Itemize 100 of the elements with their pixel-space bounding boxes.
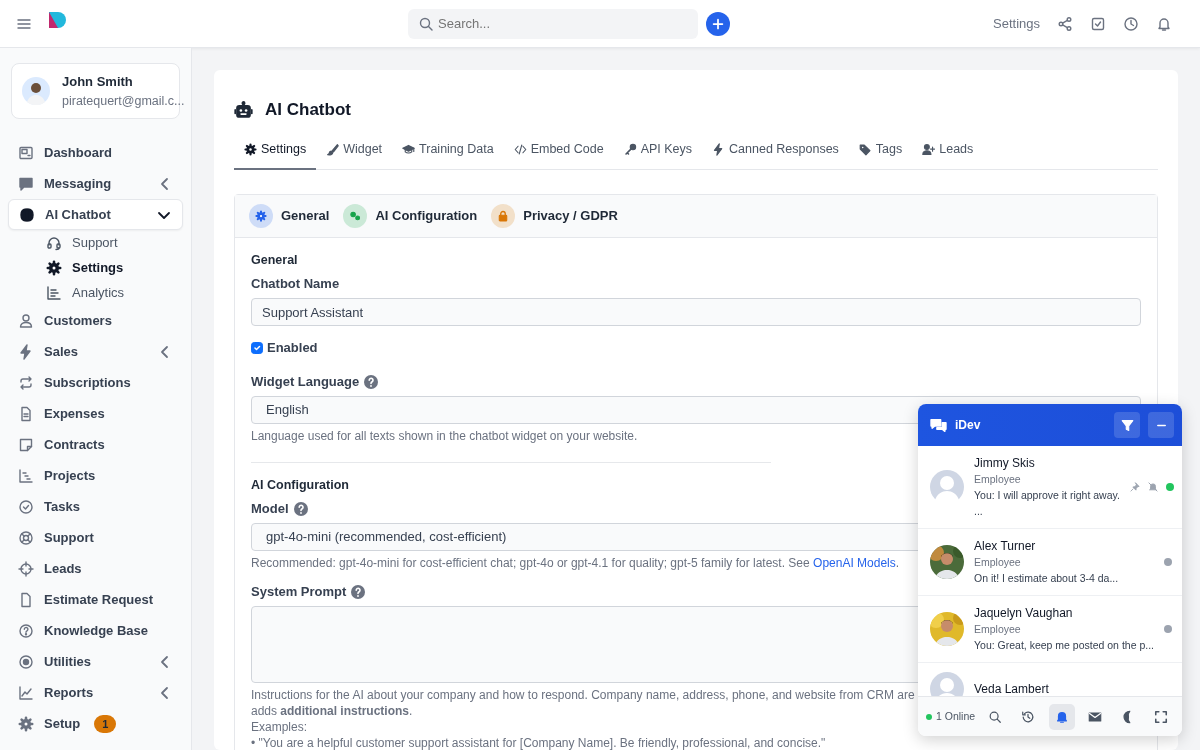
tab[interactable]: API Keys: [613, 134, 703, 171]
user-plus-icon: [922, 143, 936, 157]
sidebar-item[interactable]: AI Chatbot: [8, 199, 183, 231]
search-icon: [988, 709, 1003, 724]
count-badge: 1: [94, 714, 117, 733]
sidebar-item[interactable]: Customers: [8, 305, 183, 337]
tab[interactable]: Embed Code: [503, 134, 614, 171]
conversation-item[interactable]: Jaquelyn Vaughan Employee You: Great, keep me posted on the p...: [918, 596, 1182, 663]
section-heading: AI Configuration: [251, 477, 349, 494]
field-label: Chatbot Name: [251, 276, 340, 293]
tab[interactable]: Training Data: [392, 134, 504, 171]
sidebar-subitem[interactable]: Analytics: [8, 280, 183, 306]
checkbox-icon[interactable]: [1090, 15, 1106, 32]
message-preview: You: Great, keep me posted on the p...: [974, 638, 1154, 653]
sidebar-item[interactable]: Knowledge Base: [8, 615, 183, 647]
message-preview: ...: [974, 504, 983, 519]
user-name: John Smith: [62, 73, 134, 91]
sidebar-item[interactable]: Subscriptions: [8, 367, 183, 399]
conversation-item[interactable]: Jimmy Skis Employee You: I will approve it right away. ...: [918, 446, 1182, 529]
conversation-item[interactable]: Alex Turner Employee On it! I estimate about 3-4 da...: [918, 529, 1182, 596]
dashboard-icon: [18, 144, 34, 161]
file-icon: [18, 591, 34, 608]
contact-role: Employee: [974, 555, 1021, 570]
code-icon: [513, 143, 527, 157]
sidebar-item[interactable]: Utilities: [8, 646, 183, 678]
contact-name: Alex Turner: [974, 538, 1036, 554]
message-preview: On it! I estimate about 3-4 da...: [974, 571, 1119, 586]
sidebar-item[interactable]: Dashboard: [8, 137, 183, 169]
section-link[interactable]: Privacy / GDPR: [491, 204, 618, 229]
contact-name: Jimmy Skis: [974, 455, 1035, 471]
plus-icon: [711, 16, 725, 31]
sidebar-item[interactable]: Expenses: [8, 398, 183, 430]
avatar: [930, 470, 964, 504]
headset-icon: [46, 234, 62, 251]
question-icon: [18, 622, 34, 639]
key-icon: [623, 143, 637, 157]
sidebar-item[interactable]: Setup 1: [8, 708, 183, 740]
sidebar-item[interactable]: Leads: [8, 553, 183, 585]
sidebar-item[interactable]: Projects: [8, 460, 183, 492]
note-icon: [18, 436, 34, 453]
examples-label: Examples:: [251, 719, 308, 736]
tag-icon: [858, 143, 872, 157]
enabled-checkbox[interactable]: [251, 342, 263, 355]
tab[interactable]: Widget: [316, 134, 393, 171]
check-circle-icon: [18, 498, 34, 515]
lock-icon: [497, 210, 510, 223]
gear-icon: [46, 259, 62, 276]
section-link[interactable]: AI Configuration: [343, 204, 478, 229]
bell-icon[interactable]: [1156, 15, 1172, 32]
chart-icon: [46, 284, 62, 301]
gear-icon: [244, 143, 257, 157]
example-text: • "You are a helpful customer support assistant for [Company Name]. Be friendly, professional, and concise.": [251, 735, 826, 750]
user-icon: [18, 312, 34, 329]
chatbot-name-field[interactable]: Support Assistant: [251, 298, 1141, 327]
sidebar-item[interactable]: Messaging: [8, 168, 183, 200]
openai-models-link[interactable]: OpenAI Models: [813, 556, 896, 571]
radio-icon: [18, 653, 34, 670]
tab[interactable]: Settings: [234, 134, 317, 171]
page-title: AI Chatbot: [265, 100, 351, 121]
help-text: Instructions for the AI about your company and how to respond. Company name, address, phone, and website from CRM are: [251, 687, 915, 704]
sidebar-subitem[interactable]: Support: [8, 230, 183, 256]
sidebar-subitem[interactable]: Settings: [8, 255, 183, 281]
section-link[interactable]: General: [249, 204, 330, 229]
gear-icon: [255, 210, 267, 223]
help-icon: [363, 374, 380, 391]
tab[interactable]: Leads: [912, 134, 984, 171]
contact-role: Employee: [974, 472, 1021, 487]
notifications-button[interactable]: [1048, 703, 1075, 730]
brush-icon: [326, 143, 340, 157]
field-label: Model: [251, 501, 289, 518]
crosshair-icon: [18, 560, 34, 577]
filter-icon: [1120, 418, 1134, 432]
sidebar-item[interactable]: Support: [8, 522, 183, 554]
sidebar-item[interactable]: Estimate Request: [8, 584, 183, 616]
help-text: adds additional instructions.: [251, 703, 413, 720]
gear-icon: [18, 715, 34, 732]
chat-bubbles-icon: [930, 416, 947, 434]
filter-button[interactable]: [1114, 412, 1140, 438]
online-count: 1 Online: [936, 708, 976, 724]
history-icon: [1021, 709, 1036, 724]
chart-icon: [18, 467, 34, 484]
help-icon: [350, 584, 367, 601]
avatar: [22, 77, 50, 106]
tab[interactable]: Canned Responses: [702, 134, 849, 171]
clock-icon[interactable]: [1123, 15, 1139, 32]
contact-name: Veda Lambert: [974, 681, 1049, 696]
search-field[interactable]: Search...: [408, 8, 698, 39]
contact-name: Jaquelyn Vaughan: [974, 605, 1073, 621]
tab[interactable]: Tags: [848, 134, 913, 171]
share-icon[interactable]: [1057, 15, 1073, 32]
help-icon: [292, 501, 309, 518]
bell-icon: [1054, 709, 1069, 724]
settings-link[interactable]: Settings: [993, 13, 1040, 34]
sidebar-item[interactable]: Reports: [8, 677, 183, 709]
document-icon: [18, 405, 34, 422]
sidebar-item[interactable]: Contracts: [8, 429, 183, 461]
add-button[interactable]: [706, 11, 730, 36]
sidebar-item[interactable]: Sales: [8, 336, 183, 368]
help-text: Recommended: gpt-4o-mini for cost-efficient chat; gpt-4o or gpt-4.1 for quality; gpt-5 family for latest. See OpenAI Models.: [251, 555, 900, 572]
sidebar-item[interactable]: Tasks: [8, 491, 183, 523]
